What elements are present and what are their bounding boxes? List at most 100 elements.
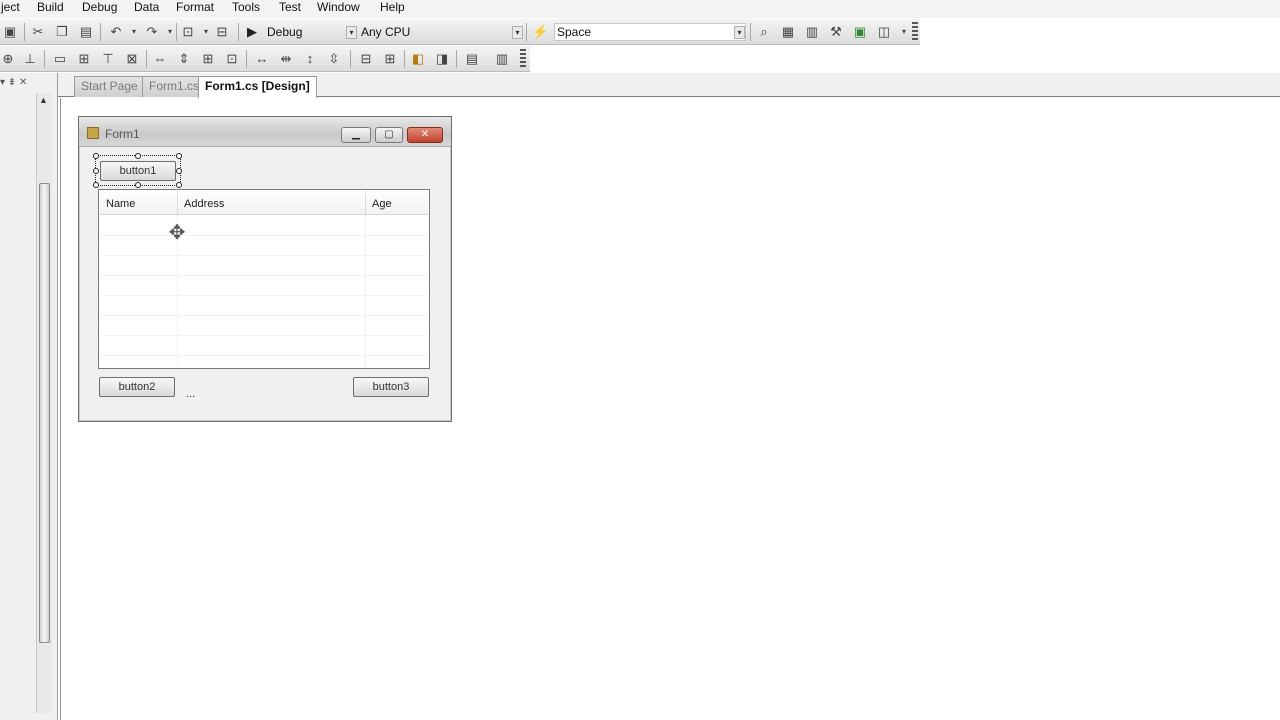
- scrollbar-thumb[interactable]: [39, 183, 50, 643]
- menu-data[interactable]: Data: [133, 0, 160, 16]
- solution-configuration-value: Debug: [267, 25, 303, 39]
- align-lefts-icon[interactable]: ⊥: [22, 51, 38, 67]
- column-header-age[interactable]: Age: [366, 191, 428, 215]
- cut-icon[interactable]: ✂: [30, 24, 46, 40]
- navigate-backward-icon[interactable]: ⊡: [180, 24, 196, 40]
- start-page-icon[interactable]: ▣: [852, 24, 868, 40]
- move-glyph-icon[interactable]: ✥: [164, 220, 190, 246]
- column-header-address[interactable]: Address: [178, 191, 366, 215]
- toolbar-separator: [100, 23, 101, 41]
- maximize-button[interactable]: ▢: [375, 127, 403, 143]
- find-in-files-icon[interactable]: ⚡: [532, 24, 548, 40]
- class-view-icon[interactable]: ◫: [876, 24, 892, 40]
- make-same-width-icon[interactable]: ⇔: [152, 51, 168, 67]
- solution-configuration-combo[interactable]: Debug ▾: [264, 23, 358, 41]
- resize-handle[interactable]: [93, 153, 99, 159]
- align-to-grid-icon[interactable]: ⊕: [0, 51, 16, 67]
- undo-dropdown-icon[interactable]: ▾: [126, 24, 142, 40]
- form-title: Form1: [105, 127, 140, 141]
- resize-handle[interactable]: [176, 182, 182, 188]
- properties-window-icon[interactable]: ▥: [804, 24, 820, 40]
- menu-window[interactable]: Window: [316, 0, 361, 16]
- toolbar-options-icon[interactable]: ▾: [896, 24, 912, 40]
- grid-line: [100, 295, 428, 296]
- minimize-button[interactable]: ▁: [341, 127, 371, 143]
- toolbar-separator: [238, 23, 239, 41]
- menu-build[interactable]: Build: [36, 0, 65, 16]
- align-centers-icon[interactable]: ▭: [52, 51, 68, 67]
- panel-pin-icons[interactable]: ▾ ⇟ ✕: [0, 77, 58, 91]
- resize-handle[interactable]: [135, 153, 141, 159]
- menu-format[interactable]: Format: [175, 0, 215, 16]
- resize-handle[interactable]: [93, 168, 99, 174]
- form-icon: [87, 127, 99, 139]
- make-same-height-icon[interactable]: ⇕: [176, 51, 192, 67]
- menu-help[interactable]: Help: [379, 0, 406, 16]
- tab-start-page[interactable]: Start Page: [74, 76, 145, 97]
- button3[interactable]: button3: [353, 377, 429, 397]
- send-to-back-icon[interactable]: ◨: [434, 51, 450, 67]
- redo-icon[interactable]: ↷: [144, 24, 160, 40]
- copy-icon[interactable]: ❐: [54, 24, 70, 40]
- toolbox-icon[interactable]: ⚒: [828, 24, 844, 40]
- find-icon[interactable]: ⌕: [756, 24, 772, 40]
- tab-order-icon[interactable]: ▤: [464, 51, 480, 67]
- find-combo[interactable]: Space ▾: [554, 23, 746, 41]
- button2[interactable]: button2: [99, 377, 175, 397]
- chevron-down-icon[interactable]: ▾: [346, 26, 357, 39]
- grid-line: [100, 275, 428, 276]
- make-same-size-icon[interactable]: ⊞: [200, 51, 216, 67]
- resize-handle[interactable]: [93, 182, 99, 188]
- form-title-bar[interactable]: Form1 ▁ ▢ ✕: [79, 117, 451, 147]
- solution-platform-combo[interactable]: Any CPU ▾: [358, 23, 524, 41]
- grid-line: [100, 255, 428, 256]
- paste-icon[interactable]: ▤: [78, 24, 94, 40]
- navigate-forward-icon[interactable]: ⊟: [214, 24, 230, 40]
- undo-icon[interactable]: ↶: [108, 24, 124, 40]
- bring-to-front-icon[interactable]: ◧: [410, 51, 426, 67]
- menu-debug[interactable]: Debug: [81, 0, 118, 16]
- center-vertically-icon[interactable]: ⊞: [382, 51, 398, 67]
- toolbox-scrollbar[interactable]: ▲: [36, 93, 52, 713]
- solution-platform-value: Any CPU: [361, 25, 411, 39]
- list-view[interactable]: Name Address Age: [98, 189, 430, 369]
- close-button[interactable]: ✕: [407, 127, 443, 143]
- toolbar-grip[interactable]: [912, 22, 918, 42]
- center-horizontally-icon[interactable]: ⊟: [358, 51, 374, 67]
- start-debugging-icon[interactable]: ▶: [244, 24, 260, 40]
- grid-line: [100, 235, 428, 236]
- align-tops-icon[interactable]: ⊤: [100, 51, 116, 67]
- menu-project[interactable]: ject: [0, 0, 21, 16]
- remove-spacing-icon[interactable]: ⇳: [326, 51, 342, 67]
- align-middles-icon[interactable]: ⊠: [124, 51, 140, 67]
- tab-form1-code[interactable]: Form1.cs: [142, 76, 207, 97]
- align-rights-icon[interactable]: ⊞: [76, 51, 92, 67]
- toolbar-separator: [146, 50, 147, 68]
- column-header-name[interactable]: Name: [100, 191, 178, 215]
- menu-test[interactable]: Test: [278, 0, 302, 16]
- chevron-down-icon[interactable]: ▾: [734, 26, 745, 39]
- toolbar-separator: [750, 23, 751, 41]
- resize-handle[interactable]: [135, 182, 141, 188]
- chevron-down-icon[interactable]: ▾: [512, 26, 523, 39]
- horizontal-spacing-icon[interactable]: ↔: [254, 51, 270, 67]
- save-all-icon[interactable]: ▣: [2, 24, 18, 40]
- scroll-up-icon[interactable]: ▲: [39, 95, 48, 105]
- resize-handle[interactable]: [176, 153, 182, 159]
- increase-spacing-icon[interactable]: ⇹: [278, 51, 294, 67]
- grid-line: [365, 215, 366, 367]
- grid-line: [100, 335, 428, 336]
- document-tab-strip: Start Page Form1.cs Form1.cs [Design]: [58, 73, 1280, 98]
- navigate-dropdown-icon[interactable]: ▾: [198, 24, 214, 40]
- resize-handle[interactable]: [176, 168, 182, 174]
- size-to-grid-icon[interactable]: ⊡: [224, 51, 240, 67]
- toolbar-grip[interactable]: [520, 49, 526, 69]
- decrease-spacing-icon[interactable]: ↕: [302, 51, 318, 67]
- list-view-header: Name Address Age: [100, 191, 428, 215]
- menu-tools[interactable]: Tools: [231, 0, 261, 16]
- toolbar-separator: [404, 50, 405, 68]
- menu-bar: ject Build Debug Data Format Tools Test …: [0, 0, 1280, 18]
- solution-explorer-icon[interactable]: ▦: [780, 24, 796, 40]
- lock-controls-icon[interactable]: ▥: [494, 51, 510, 67]
- tab-form1-design[interactable]: Form1.cs [Design]: [198, 76, 317, 98]
